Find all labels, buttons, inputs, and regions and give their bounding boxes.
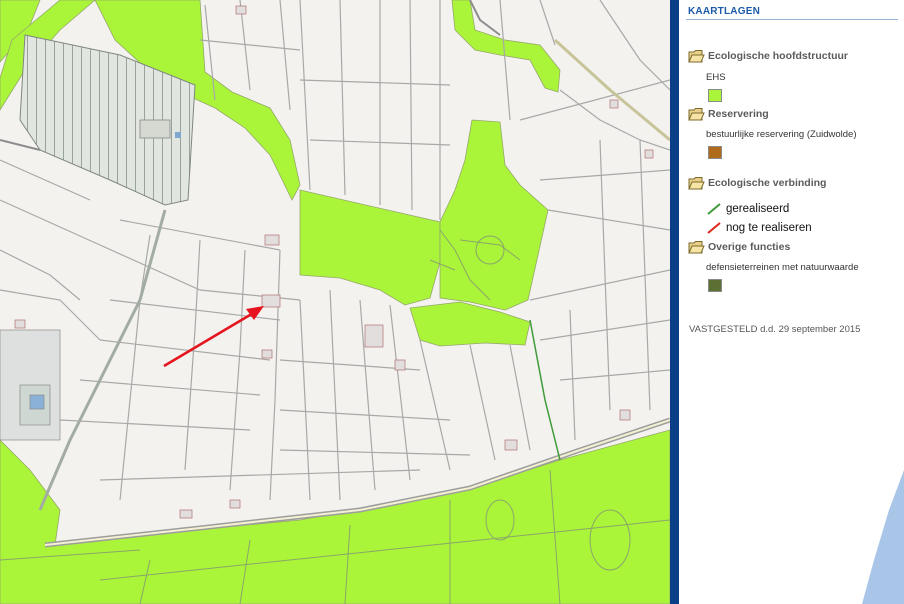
- ehs-area: [439, 119, 549, 311]
- urban-area: [0, 329, 61, 441]
- red-line-icon: [707, 222, 721, 234]
- legend-group-reservering[interactable]: Reservering: [688, 106, 769, 122]
- ehs-area: [299, 189, 441, 306]
- legend-item-ehs-label: EHS: [706, 72, 726, 83]
- map-canvas[interactable]: [0, 0, 670, 604]
- legend-panel: KAARTLAGEN Ecologische hoofdstructuur EH…: [679, 0, 904, 604]
- legend-title: KAARTLAGEN: [688, 6, 760, 17]
- legend-group-label: Reservering: [708, 108, 769, 120]
- legend-swatch-defensie: [708, 279, 722, 292]
- legend-group-ecologische-verbinding[interactable]: Ecologische verbinding: [688, 175, 826, 191]
- legend-item-label: nog te realiseren: [726, 222, 812, 234]
- legend-item-gerealiseerd: gerealiseerd: [706, 202, 789, 216]
- ehs-area: [409, 301, 531, 347]
- legend-group-overige-functies[interactable]: Overige functies: [688, 239, 790, 255]
- legend-item-nog-te-realiseren: nog te realiseren: [706, 221, 812, 235]
- map-svg: [0, 0, 670, 604]
- legend-item-label: gerealiseerd: [726, 203, 790, 215]
- map-viewer: KAARTLAGEN Ecologische hoofdstructuur EH…: [0, 0, 904, 604]
- map-panel-divider: [670, 0, 679, 604]
- folder-open-icon: [688, 240, 705, 255]
- folder-open-icon: [688, 176, 705, 191]
- legend-item-defensie-label: defensieterreinen met natuurwaarde: [706, 262, 859, 273]
- legend-swatch-reservering: [708, 146, 722, 159]
- legend-item-reservering-label: bestuurlijke reservering (Zuidwolde): [706, 129, 857, 140]
- adoption-status: VASTGESTELD d.d. 29 september 2015: [689, 324, 861, 335]
- folder-open-icon: [688, 107, 705, 122]
- legend-group-label: Ecologische verbinding: [708, 177, 827, 189]
- legend-group-label: Ecologische hoofdstructuur: [708, 50, 849, 62]
- folder-open-icon: [688, 49, 705, 64]
- legend-group-label: Overige functies: [708, 241, 791, 253]
- legend-group-ecologische-hoofdstructuur[interactable]: Ecologische hoofdstructuur: [688, 48, 848, 64]
- green-line-icon: [707, 203, 721, 215]
- legend-title-rule: [686, 19, 898, 20]
- legend-swatch-ehs: [708, 89, 722, 102]
